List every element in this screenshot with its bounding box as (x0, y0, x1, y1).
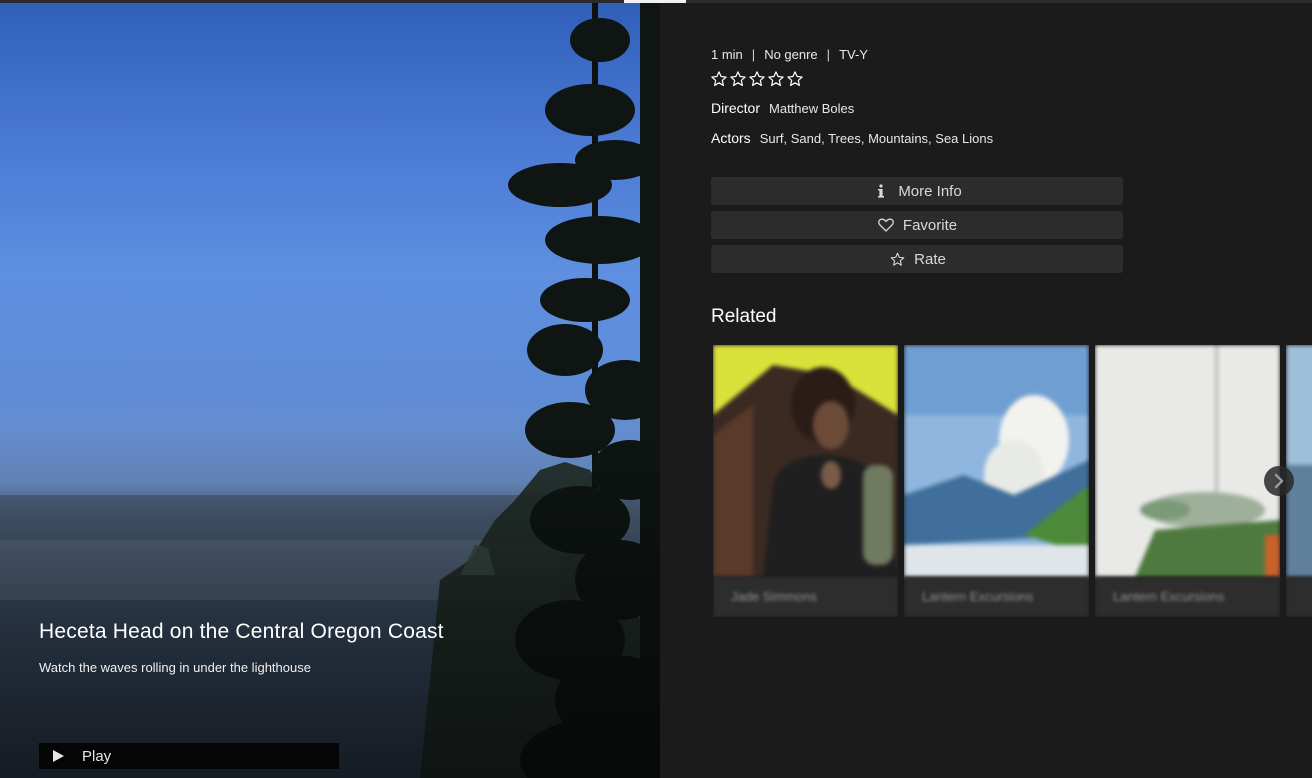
star-outline-icon (787, 71, 803, 87)
video-metadata: 1 min | No genre | TV-Y (711, 47, 868, 62)
related-card-title: Lantern Excursions (1095, 577, 1280, 617)
favorite-label: Favorite (902, 216, 958, 234)
metadata-separator: | (751, 47, 756, 62)
rate-label: Rate (914, 250, 946, 268)
related-card[interactable]: Jade Simmons (713, 345, 898, 617)
director-row: Director Matthew Boles (711, 100, 854, 116)
more-info-button[interactable]: More Info (711, 177, 1123, 205)
playback-progress-bar (0, 0, 1312, 3)
related-card-title: Lantern Excursions (904, 577, 1089, 617)
actors-row: Actors Surf, Sand, Trees, Mountains, Sea… (711, 130, 993, 146)
star-outline-icon (730, 71, 746, 87)
related-heading: Related (711, 306, 777, 327)
genre: No genre (764, 47, 818, 62)
content-rating: TV-Y (839, 47, 868, 62)
related-card[interactable]: Lantern Excursions (904, 345, 1089, 617)
video-title: Heceta Head on the Central Oregon Coast (39, 620, 444, 643)
star-outline-icon (711, 71, 727, 87)
actors-label: Actors (711, 130, 751, 146)
favorite-button[interactable]: Favorite (711, 211, 1123, 239)
duration: 1 min (711, 47, 743, 62)
director-name: Matthew Boles (769, 101, 855, 116)
info-icon (872, 182, 890, 200)
related-carousel: Jade Simmons Lantern Excursions Lantern … (713, 345, 1312, 617)
star-rating (710, 70, 804, 88)
rate-button[interactable]: Rate (711, 245, 1123, 273)
related-card-title: Jade Simmons (713, 577, 898, 617)
carousel-next-button[interactable] (1264, 466, 1294, 496)
star-outline-icon (749, 71, 765, 87)
hero-artwork: Heceta Head on the Central Oregon Coast … (0, 0, 660, 778)
related-card[interactable]: Lantern Excursions (1095, 345, 1280, 617)
star-outline-icon (768, 71, 784, 87)
more-info-label: More Info (898, 182, 962, 200)
metadata-separator: | (826, 47, 831, 62)
chevron-right-icon (1274, 473, 1284, 489)
heart-icon (877, 216, 895, 234)
play-icon (53, 750, 64, 762)
related-card-title (1286, 577, 1312, 617)
related-thumbnail (713, 345, 898, 577)
play-button-label: Play (82, 747, 112, 765)
actors-list: Surf, Sand, Trees, Mountains, Sea Lions (759, 131, 994, 146)
play-button[interactable]: Play (39, 743, 339, 769)
related-thumbnail (1286, 345, 1312, 577)
related-thumbnail (1095, 345, 1280, 577)
playback-progress-fill (624, 0, 686, 3)
video-description: Watch the waves rolling in under the lig… (39, 660, 311, 675)
star-icon (888, 250, 906, 268)
related-thumbnail (904, 345, 1089, 577)
director-label: Director (711, 100, 761, 116)
